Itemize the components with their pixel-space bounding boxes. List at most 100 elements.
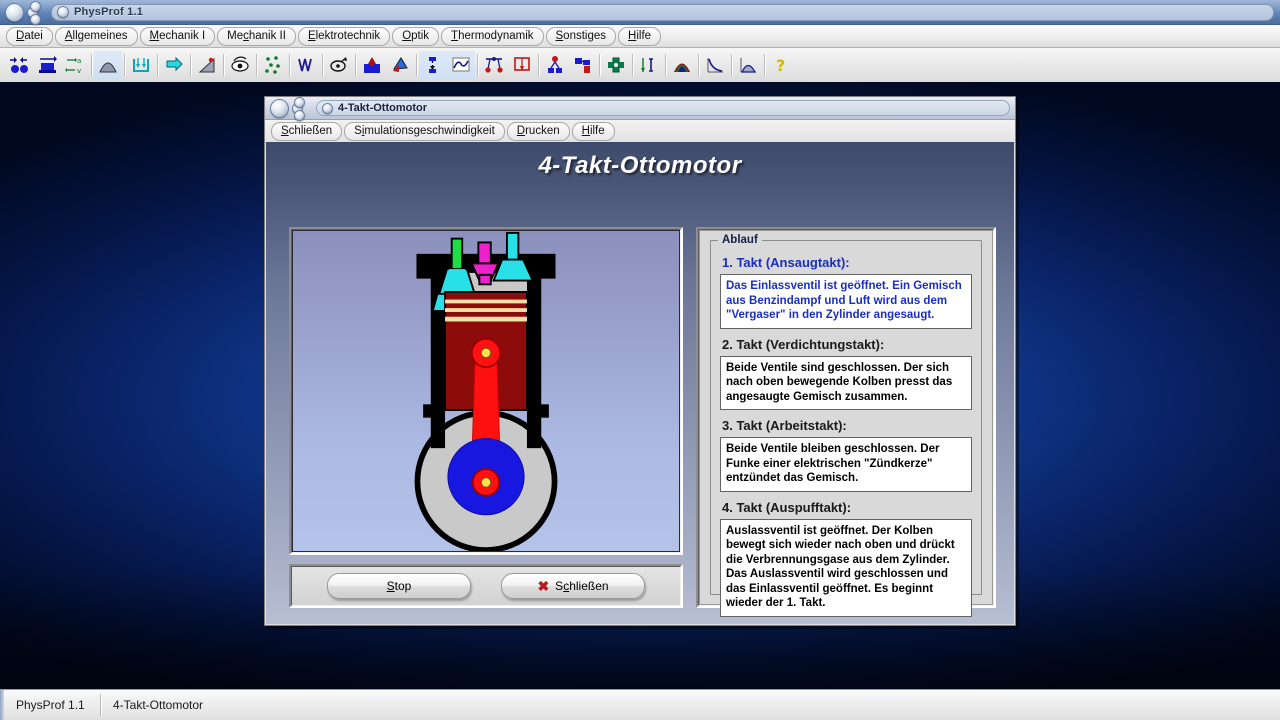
main-menu-bar[interactable]: DateiAllgemeinesMechanik IMechanik IIEle… [0,25,1280,48]
dialog-maximize-orb[interactable] [294,97,305,108]
toolbar-separator [322,54,323,76]
main-menu-item-thermodynamik[interactable]: Thermodynamik [441,27,543,46]
toolbar-separator [256,54,257,76]
dialog-menu-item-drucken[interactable]: Drucken [507,122,570,141]
status-context: 4-Takt-Ottomotor [101,694,215,716]
takt-title-1: 1. Takt (Ansaugtakt): [722,255,972,270]
potential-well-icon[interactable] [127,51,155,79]
angular-velocity-icon[interactable] [325,51,353,79]
window-close-orb[interactable] [30,14,41,25]
block-on-plane-icon[interactable] [33,51,61,79]
engine-diagram-canvas[interactable] [292,230,680,552]
inclined-plane-icon[interactable] [193,51,221,79]
bell-curve-color-icon[interactable] [668,51,696,79]
main-title-field: PhysProf 1.1 [51,4,1274,21]
main-menu-item-mechanik-i[interactable]: Mechanik I [140,27,216,46]
blocks-pulley-icon[interactable] [569,51,597,79]
takt-description-1: Das Einlassventil ist geöffnet. Ein Gemi… [720,274,972,329]
particles-icon[interactable] [259,51,287,79]
diagram-frame [289,227,683,555]
button-bar-frame-inner: Stop ✖ Schließen [291,566,681,606]
toolbar-separator [698,54,699,76]
close-button[interactable]: ✖ Schließen [501,573,645,599]
svg-text:?: ? [776,56,785,75]
fluid-drop-icon[interactable] [386,51,414,79]
rotation-eye-icon[interactable] [226,51,254,79]
buoyancy-icon[interactable] [358,51,386,79]
right-column: Ablauf 1. Takt (Ansaugtakt): Das Einlassv… [696,227,996,608]
main-toolbar[interactable]: av? [0,48,1280,82]
svg-text:a: a [77,57,81,65]
dialog-menu-item-schlie-en[interactable]: Schließen [271,122,342,141]
decay-curve-icon[interactable] [701,51,729,79]
takt-title-2: 2. Takt (Verdichtungstakt): [722,337,972,352]
ablauf-group-box: Ablauf 1. Takt (Ansaugtakt):Das Einlassv… [710,240,982,595]
magnifier-beam-icon[interactable] [635,51,663,79]
vertical-spring-icon[interactable] [419,51,447,79]
main-menu-item-elektrotechnik[interactable]: Elektrotechnik [298,27,390,46]
piston-pin [481,348,491,358]
toolbar-separator [91,54,92,76]
dialog-orb-column[interactable] [294,97,305,121]
dialog-menu-bar[interactable]: SchließenSimulationsgeschwindigkeitDruck… [265,120,1015,143]
x-mark-icon: ✖ [537,581,549,591]
main-title-bar: PhysProf 1.1 [0,0,1280,25]
wave-v-icon[interactable] [292,51,320,79]
status-bar: PhysProf 1.1 4-Takt-Ottomotor [0,689,1280,720]
main-menu-item-datei[interactable]: Datei [6,27,53,46]
ablauf-legend: Ablauf [718,234,762,246]
app-title: PhysProf 1.1 [74,6,143,18]
toolbar-separator [289,54,290,76]
pendulum-double-icon[interactable] [480,51,508,79]
dialog-close-orb[interactable] [294,110,305,121]
dialog-menu-item-simulationsgeschwindigkeit[interactable]: Simulationsgeschwindigkeit [344,122,505,141]
collision-icon[interactable] [5,51,33,79]
dialog-title-bar: 4-Takt-Ottomotor [265,97,1015,120]
piston-icon[interactable] [602,51,630,79]
main-menu-item-sonstiges[interactable]: Sonstiges [546,27,617,46]
dialog-menu-item-hilfe[interactable]: Hilfe [572,122,615,141]
dialog-icon [322,103,333,114]
window-maximize-orb[interactable] [30,1,41,12]
window-orb-column[interactable] [30,1,41,25]
help-question-icon[interactable]: ? [767,51,795,79]
toolbar-separator [731,54,732,76]
window-menu-orb[interactable] [5,3,24,22]
pendulum-frame-icon[interactable] [508,51,536,79]
takt-description-3: Beide Ventile bleiben geschlossen. Der F… [720,437,972,492]
close-button-label: Schließen [555,579,608,593]
main-menu-item-allgemeines[interactable]: Allgemeines [55,27,138,46]
main-application-window: PhysProf 1.1 DateiAllgemeinesMechanik IM… [0,0,1280,82]
window-control-orbs[interactable] [0,0,51,24]
toolbar-separator [538,54,539,76]
crank-pin [481,478,491,488]
toolbar-separator [665,54,666,76]
status-app-name: PhysProf 1.1 [4,694,101,716]
toolbar-separator [223,54,224,76]
area-curve-icon[interactable] [734,51,762,79]
gaussian-curve-icon[interactable] [94,51,122,79]
stop-button-label: Stop [387,579,412,593]
dialog-control-orbs[interactable] [265,97,316,119]
diagram-frame-inner [291,229,681,553]
mass-spring-icon[interactable] [541,51,569,79]
toolbar-separator [764,54,765,76]
screen: PhysProf 1.1 DateiAllgemeinesMechanik IM… [0,0,1280,720]
curve-plot-icon[interactable] [447,51,475,79]
dialog-title-field: 4-Takt-Ottomotor [316,100,1010,116]
toolbar-separator [355,54,356,76]
dialog-title: 4-Takt-Ottomotor [338,102,427,114]
main-menu-item-mechanik-ii[interactable]: Mechanik II [217,27,296,46]
takt-description-4: Auslassventil ist geöffnet. Der Kolben b… [720,519,972,617]
arrow-in-box-icon[interactable] [160,51,188,79]
button-bar: Stop ✖ Schließen [292,567,680,605]
toolbar-separator [124,54,125,76]
main-menu-item-optik[interactable]: Optik [392,27,439,46]
toolbar-separator [190,54,191,76]
stop-button[interactable]: Stop [327,573,471,599]
dialog-menu-orb[interactable] [270,99,289,118]
acceleration-velocity-icon[interactable]: av [61,51,89,79]
toolbar-separator [599,54,600,76]
main-menu-item-hilfe[interactable]: Hilfe [618,27,661,46]
dialog-content: Stop ✖ Schließen Ablauf 1. Takt (Ansaugtak… [289,227,996,608]
